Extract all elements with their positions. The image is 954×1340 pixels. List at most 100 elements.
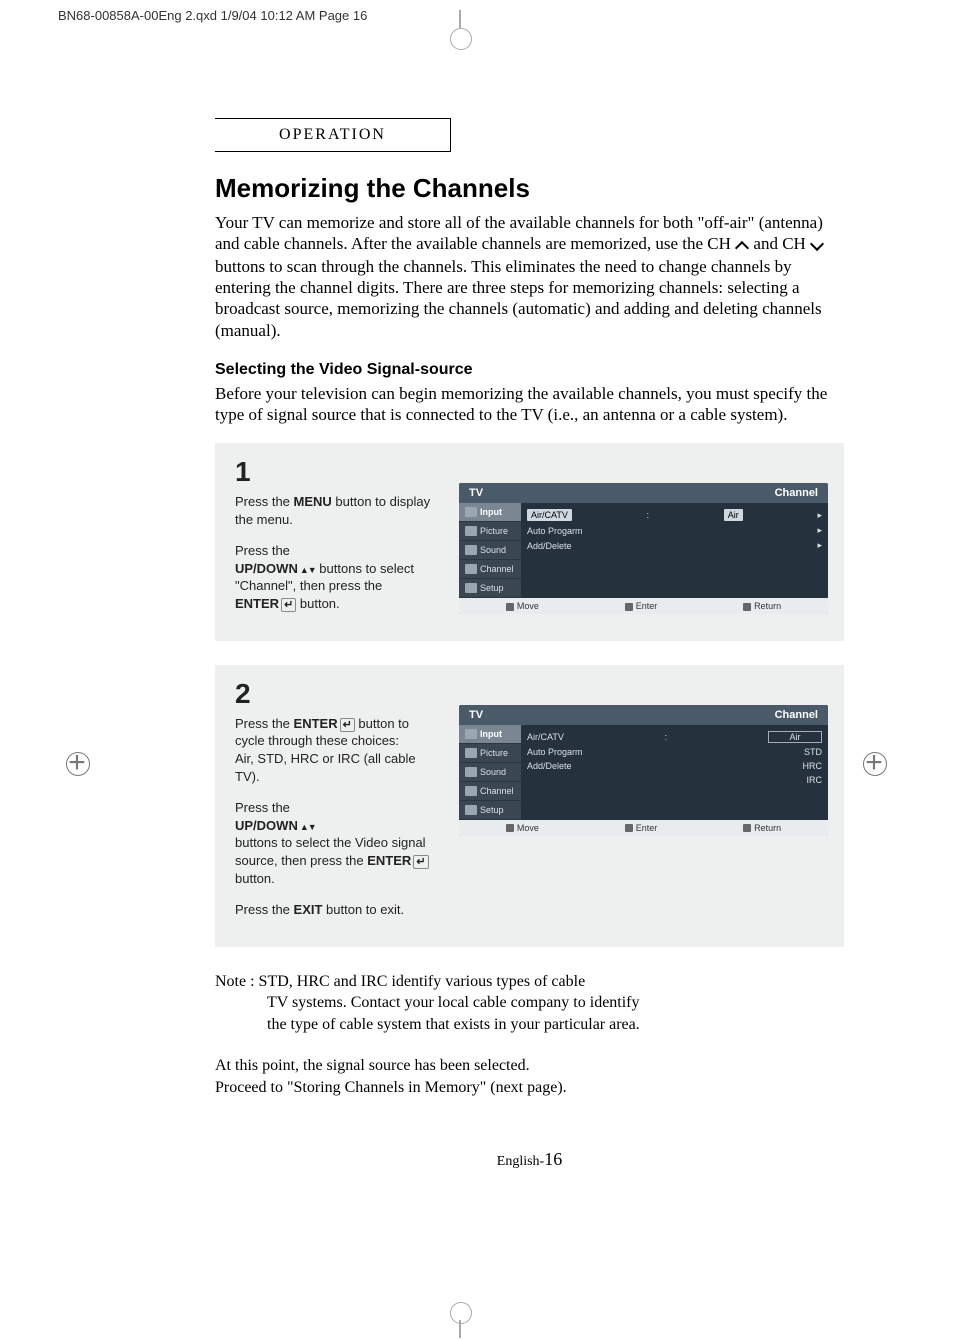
setup-icon [465,805,477,815]
s1p2a: Press the [235,543,290,558]
s2p2e: button. [235,871,275,886]
page-title: Memorizing the Channels [215,173,844,204]
channel-icon [465,786,477,796]
osd2-main: Air/CATV:Air Auto ProgarmSTD Add/DeleteH… [521,725,828,820]
step-2-block: 2 Press the ENTER button to cycle throug… [215,665,844,947]
osd-screenshot-1: TV Channel Input Picture Sound Channel S… [459,483,828,614]
s2-updown-label: UP/DOWN [235,818,316,833]
intro-text-c: buttons to scan through the channels. Th… [215,257,822,340]
s2p3c: button to exit. [322,902,404,917]
osd-tab-input: Input [459,503,521,522]
s2-enter-label: ENTER [294,716,355,731]
osd1-row-autoprogram: Auto Progarm [527,526,583,536]
sound-icon [465,767,477,777]
osd2-opt-air: Air [768,731,822,743]
osd2-footer: Move Enter Return [459,820,828,836]
enter-icon [279,596,296,611]
step-2-text: 2 Press the ENTER button to cycle throug… [235,675,435,933]
osd-screenshot-2: TV Channel Input Picture Sound Channel S… [459,705,828,836]
page-number: English-16 [215,1149,844,1170]
intro-text-a: Your TV can memorize and store all of th… [215,213,823,253]
s2-exit-label: EXIT [294,902,323,917]
note-line2: TV systems. Contact your local cable com… [267,992,844,1014]
closing-line1: At this point, the signal source has bee… [215,1057,530,1074]
osd2-head-left: TV [469,709,483,721]
ch-down-icon [810,235,824,256]
osd1-head-left: TV [469,487,483,499]
s1-updown-label: UP/DOWN [235,561,316,576]
input-icon [465,507,477,517]
step-1-number: 1 [235,453,435,491]
osd-foot-return: Return [743,601,781,611]
osd1-main: Air/CATV:Air▸ Auto Progarm▸ Add/Delete▸ [521,503,828,598]
step-1-text: 1 Press the MENU button to display the m… [235,453,435,626]
s2p1a: Press the [235,716,294,731]
osd1-row-adddelete: Add/Delete [527,541,572,551]
channel-icon [465,564,477,574]
osd1-tabs: Input Picture Sound Channel Setup [459,503,521,598]
enter-icon [411,853,428,868]
print-job-header: BN68-00858A-00Eng 2.qxd 1/9/04 10:12 AM … [0,0,954,28]
s2-enter2-label: ENTER [367,853,428,868]
enter-icon [338,716,355,731]
osd-foot-enter: Enter [625,601,658,611]
subheading-desc: Before your television can begin memoriz… [215,383,844,426]
note-line1: STD, HRC and IRC identify various types … [259,973,586,990]
osd-foot-return: Return [743,823,781,833]
input-icon [465,729,477,739]
step-2-number: 2 [235,675,435,713]
osd2-row-aircatv: Air/CATV [527,732,564,742]
picture-icon [465,526,477,536]
updown-icon [298,818,316,833]
closing-line2: Proceed to "Storing Channels in Memory" … [215,1079,567,1096]
osd2-opt-hrc: HRC [803,761,823,771]
crop-mark-bottom-icon [440,1300,480,1340]
s2p1d: Air, STD, HRC or IRC (all cable TV). [235,751,416,784]
osd-tab-sound: Sound [459,541,521,560]
step-1-block: 1 Press the MENU button to display the m… [215,443,844,640]
osd-foot-enter: Enter [625,823,658,833]
subheading: Selecting the Video Signal-source [215,361,844,379]
osd-foot-move: Move [506,601,539,611]
osd-tab-picture: Picture [459,522,521,541]
updown-icon [298,561,316,576]
ch-up-icon [735,235,749,256]
osd-tab-channel: Channel [459,782,521,801]
s1-menu-label: MENU [294,494,332,509]
osd1-row-aircatv-val: Air [724,509,743,521]
note-lead: Note : [215,973,259,990]
osd1-footer: Move Enter Return [459,598,828,614]
osd2-row-autoprogram: Auto Progarm [527,747,583,757]
osd-tab-sound: Sound [459,763,521,782]
osd2-opt-irc: IRC [807,775,823,785]
s2p2a: Press the [235,800,290,815]
osd-tab-setup: Setup [459,579,521,598]
s1-enter-label: ENTER [235,596,296,611]
note-line3: the type of cable system that exists in … [267,1014,844,1036]
setup-icon [465,583,477,593]
intro-paragraph: Your TV can memorize and store all of th… [215,212,844,341]
s2p3a: Press the [235,902,294,917]
s1p2e: button. [296,596,339,611]
section-tab: OPERATION [215,118,451,152]
s1p1a: Press the [235,494,294,509]
osd1-head-right: Channel [775,487,818,499]
page-content: OPERATION Memorizing the Channels Your T… [0,28,954,1230]
pagenum-value: 16 [544,1149,562,1169]
osd-tab-input: Input [459,725,521,744]
osd1-row-aircatv: Air/CATV [527,509,572,521]
osd2-opt-std: STD [804,747,822,757]
osd-tab-picture: Picture [459,744,521,763]
note-paragraph: Note : STD, HRC and IRC identify various… [215,971,844,1036]
osd-tab-channel: Channel [459,560,521,579]
picture-icon [465,748,477,758]
osd-tab-setup: Setup [459,801,521,820]
osd-foot-move: Move [506,823,539,833]
closing-paragraph: At this point, the signal source has bee… [215,1055,844,1098]
osd2-row-adddelete: Add/Delete [527,761,572,771]
sound-icon [465,545,477,555]
osd2-tabs: Input Picture Sound Channel Setup [459,725,521,820]
intro-text-b: and CH [749,234,810,253]
osd2-head-right: Channel [775,709,818,721]
pagenum-prefix: English- [497,1154,544,1169]
